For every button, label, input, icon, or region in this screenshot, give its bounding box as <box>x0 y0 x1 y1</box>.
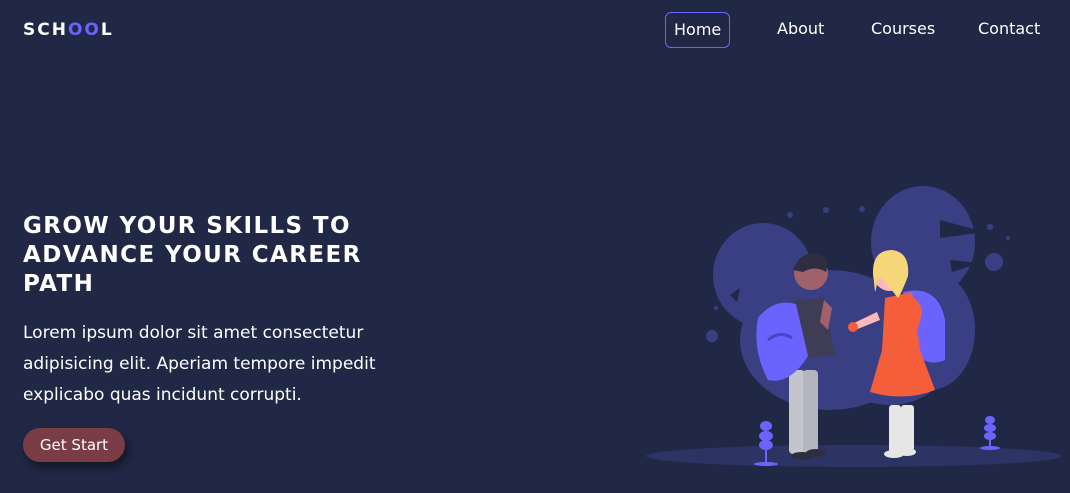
hero-title: GROW YOUR SKILLS TO ADVANCE YOUR CAREER … <box>23 213 362 297</box>
navbar: SCHOOL Home About Courses Contact <box>0 0 1070 62</box>
logo-accent: OO <box>67 20 101 40</box>
students-with-backpacks-illustration <box>646 186 1062 467</box>
plant-right <box>980 416 1000 450</box>
logo[interactable]: SCHOOL <box>23 20 114 40</box>
logo-suffix: L <box>100 20 114 40</box>
nav-link-courses[interactable]: Courses <box>871 12 935 46</box>
nav-link-contact[interactable]: Contact <box>978 12 1040 46</box>
get-start-button[interactable]: Get Start <box>23 428 125 462</box>
hero-description: Lorem ipsum dolor sit amet consectetur a… <box>23 323 376 405</box>
nav-link-home[interactable]: Home <box>665 12 731 48</box>
logo-prefix: SCH <box>23 20 68 40</box>
background-blob <box>706 186 1010 410</box>
nav-link-about[interactable]: About <box>777 12 824 46</box>
